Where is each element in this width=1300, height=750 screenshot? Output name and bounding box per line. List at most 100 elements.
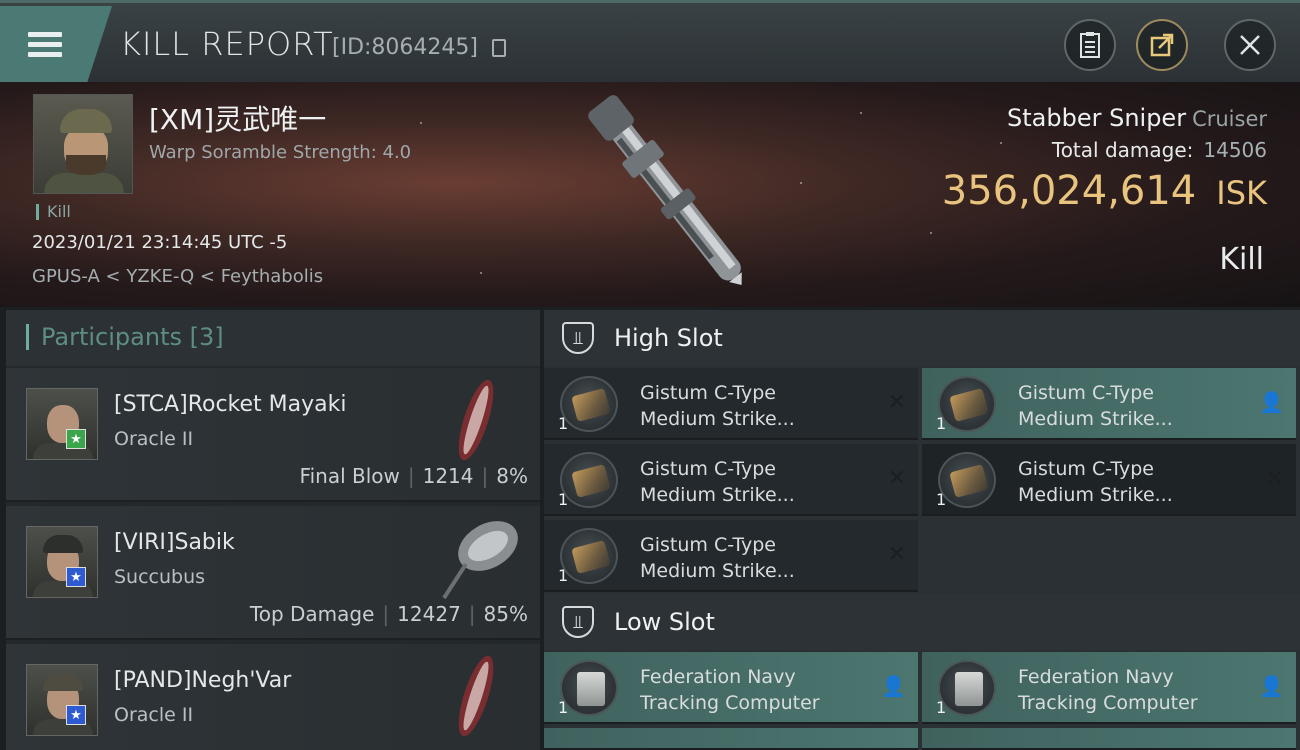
module-item[interactable]: 1 Gistum C-Type Medium Strike... ✕ — [544, 444, 918, 516]
destroyed-icon: ✕ — [1265, 466, 1284, 491]
ship-class: Cruiser — [1192, 107, 1267, 131]
share-icon — [1150, 33, 1174, 57]
participant-ship: Oracle II — [114, 428, 194, 450]
module-quantity: 1 — [936, 414, 947, 433]
participant-damage: 12427 — [397, 602, 461, 626]
module-item[interactable]: 1 Gistum C-Type Medium Strike... 👤 — [922, 368, 1296, 440]
tracking-computer-icon — [938, 660, 996, 716]
isk-value: 356,024,614 ISK — [942, 168, 1267, 214]
participants-panel: Participants [3] ★ [STCA]Rocket Mayaki O… — [6, 310, 540, 750]
turret-icon — [938, 452, 996, 508]
module-name: Gistum C-Type Medium Strike... — [640, 458, 795, 506]
close-button[interactable] — [1224, 19, 1276, 71]
victim-portrait[interactable] — [33, 94, 133, 194]
module-item[interactable] — [922, 728, 1296, 750]
total-damage-label: Total damage: — [1051, 138, 1194, 162]
tracking-computer-icon — [560, 660, 618, 716]
low-slot-header: ⫫ Low Slot — [544, 594, 1300, 650]
module-quantity: 1 — [936, 698, 947, 717]
module-name: Gistum C-Type Medium Strike... — [1018, 382, 1173, 430]
participant-row[interactable]: ★ [STCA]Rocket Mayaki Oracle II Final Bl… — [6, 368, 540, 502]
victim-ship-name[interactable]: Stabber Sniper Cruiser — [1007, 104, 1267, 132]
turret-icon — [560, 452, 618, 508]
low-slot-icon: ⫫ — [562, 606, 594, 638]
destroyed-icon: ✕ — [887, 466, 906, 491]
kill-result: Kill — [1219, 242, 1264, 277]
participant-ship-image[interactable] — [432, 512, 528, 604]
module-name: Gistum C-Type Medium Strike... — [640, 382, 795, 430]
module-quantity: 1 — [558, 414, 569, 433]
report-id: [ID:8064245] — [332, 35, 478, 60]
participant-row[interactable]: ★ [VIRI]Sabik Succubus Top Damage | 12427 |… — [6, 506, 540, 640]
destroyed-icon: ✕ — [887, 542, 906, 567]
menu-icon — [28, 27, 62, 62]
participant-portrait[interactable] — [26, 388, 98, 460]
participants-header: Participants [3] — [6, 310, 540, 366]
share-button[interactable] — [1136, 19, 1188, 71]
participant-portrait[interactable] — [26, 664, 98, 736]
module-name: Federation Navy Tracking Computer — [1018, 666, 1198, 714]
module-quantity: 1 — [558, 490, 569, 509]
participant-ship: Succubus — [114, 566, 206, 588]
victim-banner: [XM]灵武唯一 Warp Soramble Strength: 4.0 Kil… — [0, 82, 1300, 307]
kill-report-header: KILL REPORT [ID:8064245] — [0, 0, 1300, 82]
star-icon: ★ — [66, 429, 86, 449]
participant-ship-image[interactable] — [446, 650, 506, 742]
module-item[interactable]: 1 Gistum C-Type Medium Strike... ✕ — [922, 444, 1296, 516]
menu-button[interactable] — [0, 6, 112, 82]
participants-title: Participants [3] — [26, 324, 224, 350]
high-slot-title: High Slot — [614, 324, 723, 352]
module-quantity: 1 — [936, 490, 947, 509]
module-quantity: 1 — [558, 698, 569, 717]
participant-label: Final Blow — [299, 464, 400, 488]
kill-location[interactable]: GPUS-A < YZKE-Q < Feythabolis — [32, 266, 323, 287]
ship-type: Stabber Sniper — [1007, 104, 1187, 132]
clipboard-button[interactable] — [1064, 19, 1116, 71]
total-damage: Total damage: 14506 — [1052, 138, 1267, 162]
low-slot-title: Low Slot — [614, 608, 715, 636]
module-quantity: 1 — [558, 566, 569, 585]
kill-time: 2023/01/21 23:14:45 UTC -5 — [32, 232, 288, 253]
turret-icon — [560, 376, 618, 432]
participant-ship-image[interactable] — [446, 374, 506, 466]
star-icon: ★ — [66, 567, 86, 587]
isk-unit: ISK — [1216, 174, 1267, 212]
participant-ship: Oracle II — [114, 704, 194, 726]
participant-name[interactable]: [STCA]Rocket Mayaki — [114, 392, 346, 417]
victim-name[interactable]: [XM]灵武唯一 — [149, 98, 326, 138]
participant-name[interactable]: [PAND]Negh'Var — [114, 668, 291, 693]
participant-percent: 8% — [496, 464, 528, 488]
kill-tag: Kill — [36, 204, 71, 220]
close-icon — [1240, 35, 1260, 55]
high-slot-icon: ⫫ — [562, 322, 594, 354]
participant-stats: Top Damage | 12427 | 85% — [249, 602, 528, 626]
participant-percent: 85% — [483, 602, 528, 626]
total-damage-value: 14506 — [1203, 138, 1267, 162]
participant-portrait[interactable] — [26, 526, 98, 598]
module-name: Gistum C-Type Medium Strike... — [1018, 458, 1173, 506]
module-item[interactable]: 1 Gistum C-Type Medium Strike... ✕ — [544, 368, 918, 440]
victim-ship-image[interactable] — [555, 90, 785, 300]
participant-label: Top Damage — [249, 602, 375, 626]
isk-amount: 356,024,614 — [941, 168, 1197, 214]
module-item[interactable]: 1 Federation Navy Tracking Computer 👤 — [544, 652, 918, 724]
dropped-icon: 👤 — [881, 674, 906, 698]
participant-damage: 1214 — [422, 464, 474, 488]
destroyed-icon: ✕ — [887, 390, 906, 415]
module-item[interactable]: 1 Gistum C-Type Medium Strike... ✕ — [544, 520, 918, 592]
module-item[interactable]: 1 Federation Navy Tracking Computer 👤 — [922, 652, 1296, 724]
participant-name[interactable]: [VIRI]Sabik — [114, 530, 235, 555]
page-title: KILL REPORT — [120, 25, 334, 63]
clipboard-icon — [1080, 32, 1100, 58]
dropped-icon: 👤 — [1259, 674, 1284, 698]
module-item[interactable] — [544, 728, 918, 750]
participant-stats: Final Blow | 1214 | 8% — [299, 464, 528, 488]
module-name: Gistum C-Type Medium Strike... — [640, 534, 795, 582]
victim-subtitle: Warp Soramble Strength: 4.0 — [149, 142, 412, 163]
copy-icon[interactable] — [492, 39, 506, 57]
participant-row[interactable]: ★ [PAND]Negh'Var Oracle II — [6, 644, 540, 750]
module-name: Federation Navy Tracking Computer — [640, 666, 820, 714]
turret-icon — [560, 528, 618, 584]
turret-icon — [938, 376, 996, 432]
star-icon: ★ — [66, 705, 86, 725]
